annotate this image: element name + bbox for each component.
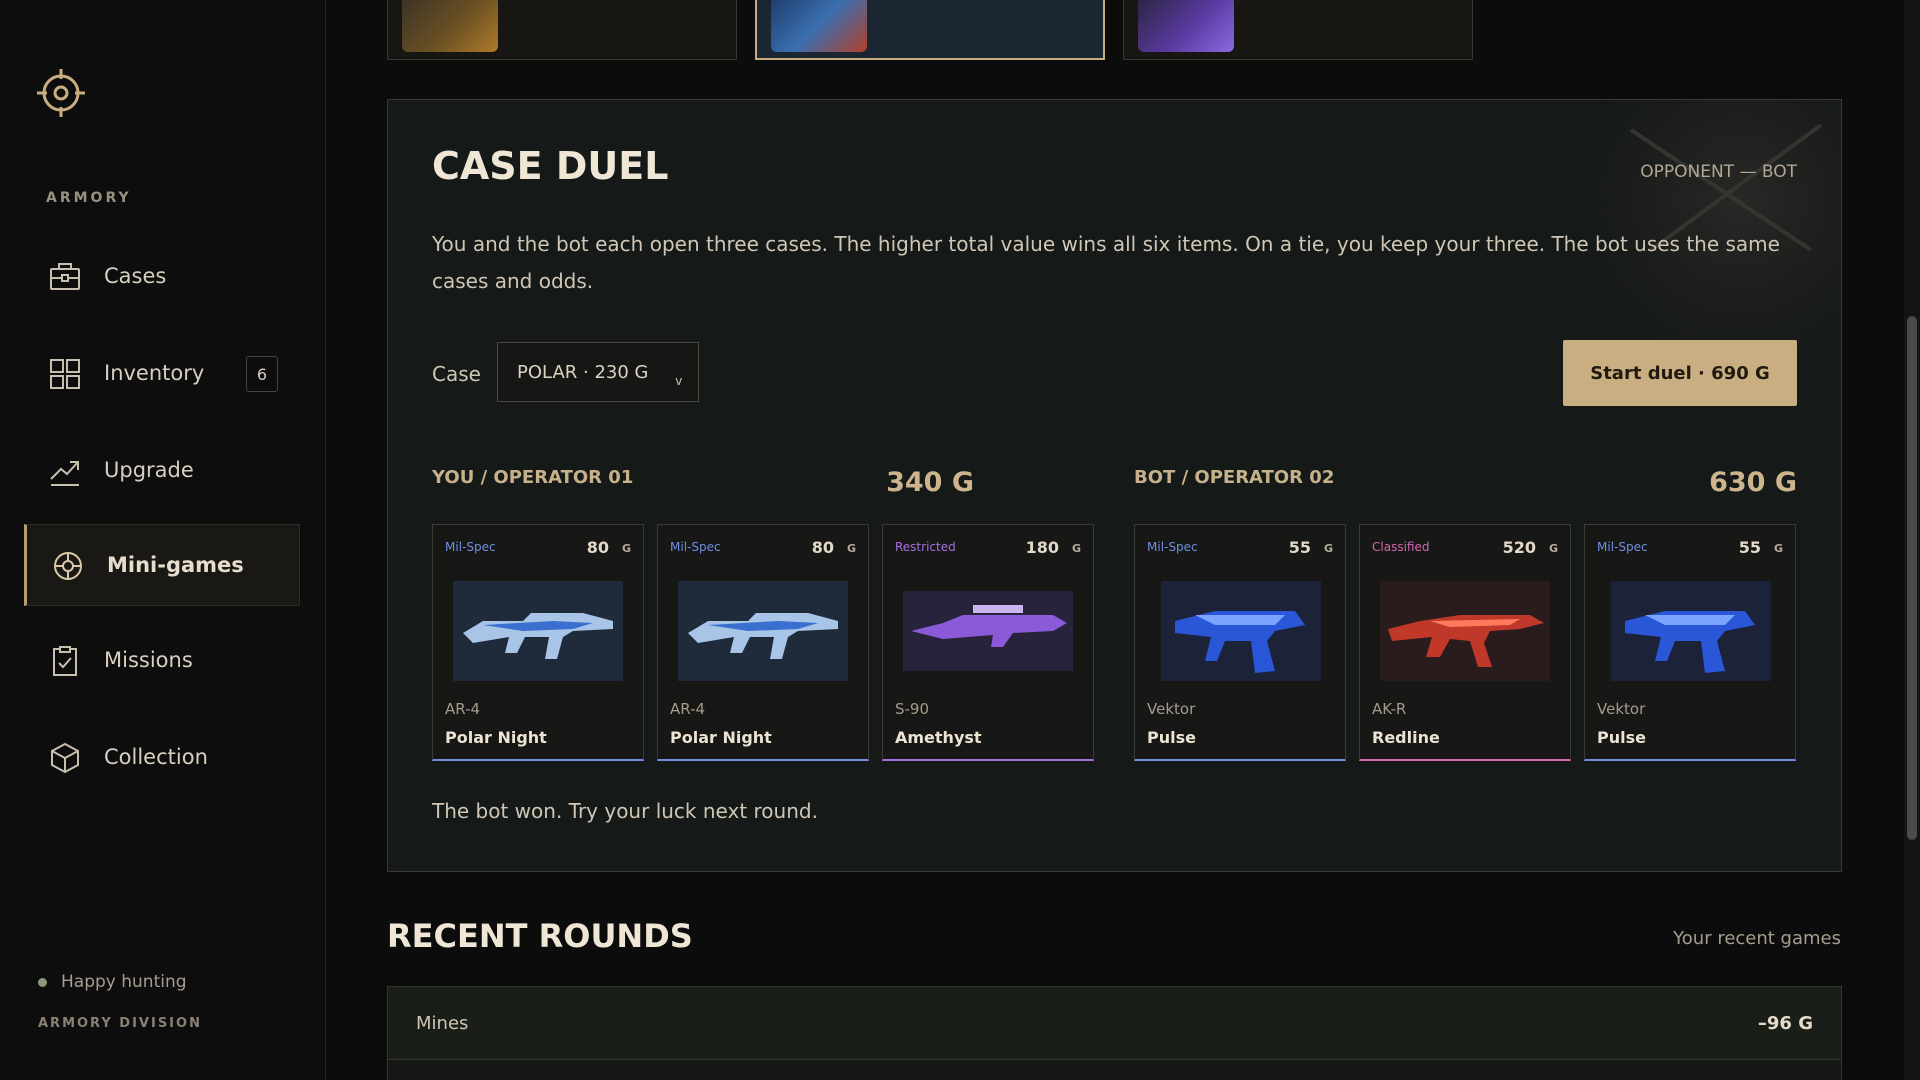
item-value-unit: G [1323,542,1333,555]
item-card[interactable]: Mil-Spec 55 G Vektor Pulse [1584,524,1796,761]
item-card[interactable]: Mil-Spec 80 G AR-4 Polar Night [432,524,644,761]
opponent-label: OPPONENT — BOT [1640,162,1797,182]
item-value-unit: G [846,542,856,555]
smg-image [1161,581,1321,681]
sidebar-item-cases[interactable]: Cases [24,236,300,318]
case-select-label: Case [432,362,481,386]
item-value: 80 [811,538,834,557]
chevron-down-icon: v [675,373,683,388]
table-row-partial [387,1060,1842,1080]
item-name: Pulse [1147,728,1196,747]
item-card[interactable]: Mil-Spec 55 G Vektor Pulse [1134,524,1346,761]
item-value-unit: G [1071,542,1081,555]
item-card[interactable]: Mil-Spec 80 G AR-4 Polar Night [657,524,869,761]
recent-rounds-title: RECENT ROUNDS [387,917,693,955]
case-select-value: POLAR · 230 G [517,361,649,383]
crossed-rifles-icon [1629,123,1823,252]
bot-side-title: BOT / OPERATOR 02 [1134,467,1335,488]
item-name: Redline [1372,728,1440,747]
rifle-image [678,581,848,681]
rifle-image [1380,581,1550,681]
item-model: AR-4 [445,700,481,718]
crossed-rifles-decoration [1591,100,1841,350]
item-card[interactable]: Classified 520 G AK-R Redline [1359,524,1571,761]
sidebar-item-label: Inventory [104,361,205,385]
clipboard-check-icon [53,646,77,676]
item-name: Pulse [1597,728,1646,747]
page-title: CASE DUEL [432,144,669,188]
sidebar-item-mini-games[interactable]: Mini-games [24,524,300,606]
inventory-count-badge: 6 [246,356,278,392]
sidebar-item-label: Missions [104,648,193,672]
item-model: Vektor [1597,700,1646,718]
item-name: Amethyst [895,728,982,747]
scrollbar[interactable] [1904,0,1920,1080]
item-name: Polar Night [445,728,547,747]
division-label: ARMORY DIVISION [38,1016,202,1031]
duel-description: You and the bot each open three cases. T… [432,232,1780,293]
crosshair-logo-icon[interactable] [36,68,86,118]
item-name: Polar Night [670,728,772,747]
item-value-unit: G [1773,542,1783,555]
duel-result-message: The bot won. Try your luck next round. [432,799,818,823]
grid-icon [50,359,80,389]
item-value: 180 [1025,538,1059,557]
smg-image [1611,581,1771,681]
rarity-label: Mil-Spec [1147,540,1198,554]
sidebar-item-label: Upgrade [104,458,194,482]
trend-up-icon [50,461,79,486]
status-dot [38,977,47,987]
sidebar-item-upgrade[interactable]: Upgrade [24,430,300,512]
recent-rounds-subtitle: Your recent games [1673,928,1841,949]
case-image [771,0,867,52]
table-row[interactable]: Mines –96 G [387,986,1842,1060]
sidebar-item-missions[interactable]: Missions [24,620,300,702]
sidebar-item-collection[interactable]: Collection [24,717,300,799]
rarity-label: Classified [1372,540,1430,554]
case-thumbnail-selected[interactable] [755,0,1105,60]
item-model: S-90 [895,700,930,718]
item-value: 520 [1502,538,1536,557]
section-label: ARMORY [46,190,132,206]
item-value-unit: G [621,542,631,555]
target-icon [54,552,82,580]
sidebar-item-label: Collection [104,745,208,769]
sidebar-item-label: Mini-games [107,553,244,577]
bot-total: 630 G [1709,467,1797,498]
smg-image [903,591,1073,671]
round-game-name: Mines [416,1013,469,1034]
sidebar-item-label: Cases [104,264,167,288]
item-card[interactable]: Restricted 180 G S-90 Amethyst [882,524,1094,761]
item-value: 55 [1288,538,1311,557]
player-side-title: YOU / OPERATOR 01 [432,467,634,488]
rarity-label: Mil-Spec [1597,540,1648,554]
box-icon [51,742,79,774]
item-model: AR-4 [670,700,706,718]
player-total: 340 G [886,467,974,498]
start-duel-button[interactable]: Start duel · 690 G [1563,340,1797,406]
status-indicator: Happy hunting [38,972,187,992]
item-value: 55 [1738,538,1761,557]
case-image [1138,0,1234,52]
sidebar-item-inventory[interactable]: Inventory 6 [24,333,300,415]
briefcase-icon [50,263,80,290]
rarity-label: Mil-Spec [445,540,496,554]
item-model: Vektor [1147,700,1196,718]
case-thumbnail[interactable] [1123,0,1473,60]
sidebar: ARMORY Cases Inventory 6 Upgrade Mini-ga… [0,0,326,1080]
status-text: Happy hunting [61,972,187,992]
scrollbar-thumb[interactable] [1907,316,1917,840]
item-value: 80 [586,538,609,557]
rifle-image [453,581,623,681]
case-image [402,0,498,52]
case-duel-panel: CASE DUEL OPPONENT — BOT You and the bot… [387,99,1842,872]
rarity-label: Restricted [895,540,956,554]
case-select[interactable]: POLAR · 230 G v [497,342,699,402]
rarity-label: Mil-Spec [670,540,721,554]
item-value-unit: G [1548,542,1558,555]
item-model: AK-R [1372,700,1407,718]
round-result-delta: –96 G [1757,1013,1813,1034]
case-thumbnail[interactable] [387,0,737,60]
